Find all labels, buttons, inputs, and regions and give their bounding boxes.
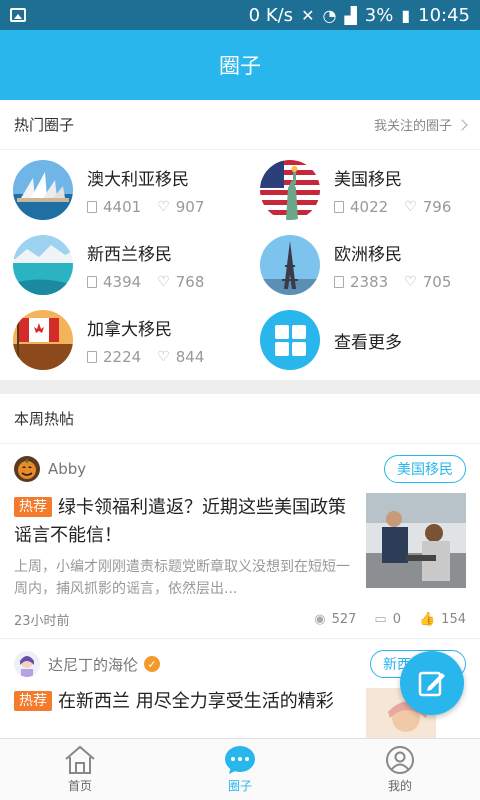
- weekly-posts-header: 本周热帖: [0, 394, 480, 444]
- edit-icon: [418, 671, 445, 697]
- followed-circles-link[interactable]: 我关注的圈子: [373, 115, 468, 134]
- post-thumbnail[interactable]: [366, 493, 466, 588]
- hot-badge: 热荐: [14, 691, 52, 711]
- see-more-circles-button[interactable]: 查看更多: [260, 310, 480, 370]
- post-title-text: 绿卡领福利遣返？近期这些美国政策谣言不能信！: [14, 497, 346, 546]
- wifi-icon: ◔: [322, 5, 337, 25]
- signal-icon: ▟: [344, 5, 357, 25]
- net-speed: 0 K/s: [248, 4, 294, 26]
- new-zealand-circle-image: [13, 235, 73, 295]
- verified-badge-icon: ✓: [144, 656, 161, 672]
- grid-icon: [260, 310, 320, 370]
- circle-name: 欧洲移民: [334, 244, 402, 265]
- eye-icon: ◉: [314, 612, 326, 627]
- nav-item-home[interactable]: 首页: [0, 739, 160, 800]
- home-icon: [65, 745, 95, 774]
- heart-icon: ♡: [157, 348, 170, 365]
- post-time: 23小时前: [14, 614, 70, 629]
- post-count: 4394: [103, 272, 142, 291]
- post-count-icon: [87, 350, 97, 363]
- user-icon: [386, 746, 414, 774]
- hot-badge: 热荐: [14, 497, 52, 517]
- see-more-label: 查看更多: [334, 332, 402, 353]
- post-meta: 23小时前 ◉ 527 ▭ 0 👍 154: [14, 610, 466, 629]
- battery-icon: ▮: [401, 5, 411, 25]
- post-count: 2383: [350, 272, 389, 291]
- post-excerpt: 上周，小编才刚刚遣责标题党断章取义没想到在短短一周内，捕风抓影的谣言，依然层出.…: [14, 559, 350, 597]
- nav-label: 圈子: [227, 779, 252, 793]
- thumbs-up-icon: 👍: [418, 612, 436, 627]
- chat-bubble-icon: [225, 746, 255, 774]
- clock: 10:45: [418, 4, 470, 26]
- post-separator: [0, 638, 480, 639]
- author-name: Abby: [48, 460, 87, 478]
- circle-item-usa[interactable]: 美国移民 4022 ♡ 796: [260, 160, 480, 220]
- heart-icon: ♡: [404, 198, 417, 215]
- nav-label: 我的: [387, 779, 412, 793]
- heart-icon: ♡: [404, 273, 417, 290]
- heart-icon: ♡: [157, 198, 170, 215]
- app-header: 圈子: [0, 30, 480, 100]
- post-title[interactable]: 热荐 绿卡领福利遣返？近期这些美国政策谣言不能信！: [14, 494, 350, 550]
- like-count: 154: [441, 612, 466, 627]
- like-count: 907: [175, 197, 205, 216]
- circle-tag[interactable]: 美国移民: [384, 455, 466, 483]
- post-count: 4401: [103, 197, 142, 216]
- like-count: 705: [422, 272, 452, 291]
- avatar: [14, 456, 40, 482]
- battery-percent: 3%: [364, 4, 394, 26]
- hot-circles-header: 热门圈子 我关注的圈子: [0, 100, 480, 150]
- like-count: 796: [422, 197, 452, 216]
- avatar: [14, 651, 40, 677]
- nav-item-circles[interactable]: 圈子: [160, 739, 320, 800]
- europe-circle-image: [260, 235, 320, 295]
- circle-name: 美国移民: [334, 169, 402, 190]
- compose-post-button[interactable]: [400, 651, 464, 715]
- status-bar: 0 K/s ✕ ◔ ▟ 3% ▮ 10:45: [0, 0, 480, 30]
- post-count: 4022: [350, 197, 389, 216]
- weekly-posts-title: 本周热帖: [14, 410, 75, 428]
- circle-name: 加拿大移民: [87, 319, 172, 340]
- bottom-nav: 首页 圈子 我的: [0, 738, 480, 800]
- post-count-icon: [334, 200, 344, 213]
- post-count-icon: [87, 200, 97, 213]
- hot-circles-title: 热门圈子: [14, 116, 75, 134]
- post-author[interactable]: 达尼丁的海伦 ✓: [14, 651, 161, 677]
- canada-circle-image: [13, 310, 73, 370]
- circle-item-canada[interactable]: 加拿大移民 2224 ♡ 844: [13, 310, 243, 370]
- post-count-icon: [334, 275, 344, 288]
- circle-name: 澳大利亚移民: [87, 169, 189, 190]
- page-title: 圈子: [219, 54, 261, 78]
- nav-item-me[interactable]: 我的: [320, 739, 480, 800]
- post-author[interactable]: Abby: [14, 456, 86, 482]
- heart-icon: ♡: [157, 273, 170, 290]
- view-count: 527: [331, 612, 357, 627]
- gallery-notification-icon: [10, 8, 26, 22]
- post-count: 2224: [103, 347, 142, 366]
- circle-item-new-zealand[interactable]: 新西兰移民 4394 ♡ 768: [13, 235, 243, 295]
- chevron-right-icon: [456, 118, 468, 131]
- like-count: 844: [175, 347, 205, 366]
- post-title[interactable]: 热荐 在新西兰 用尽全力享受生活的精彩: [14, 688, 350, 716]
- circle-item-australia[interactable]: 澳大利亚移民 4401 ♡ 907: [13, 160, 243, 220]
- post-title-text: 在新西兰 用尽全力享受生活的精彩: [58, 691, 334, 712]
- comment-icon: ▭: [374, 612, 387, 627]
- circle-item-europe[interactable]: 欧洲移民 2383 ♡ 705: [260, 235, 480, 295]
- usa-circle-image: [260, 160, 320, 220]
- followed-circles-label: 我关注的圈子: [373, 119, 452, 134]
- like-count: 768: [175, 272, 205, 291]
- circle-name: 新西兰移民: [87, 244, 172, 265]
- vibrate-mute-icon: ✕: [301, 5, 315, 25]
- australia-circle-image: [13, 160, 73, 220]
- author-name: 达尼丁的海伦: [48, 655, 139, 674]
- post-count-icon: [87, 275, 97, 288]
- comment-count: 0: [392, 612, 401, 627]
- nav-label: 首页: [67, 779, 92, 793]
- section-divider: [0, 380, 480, 394]
